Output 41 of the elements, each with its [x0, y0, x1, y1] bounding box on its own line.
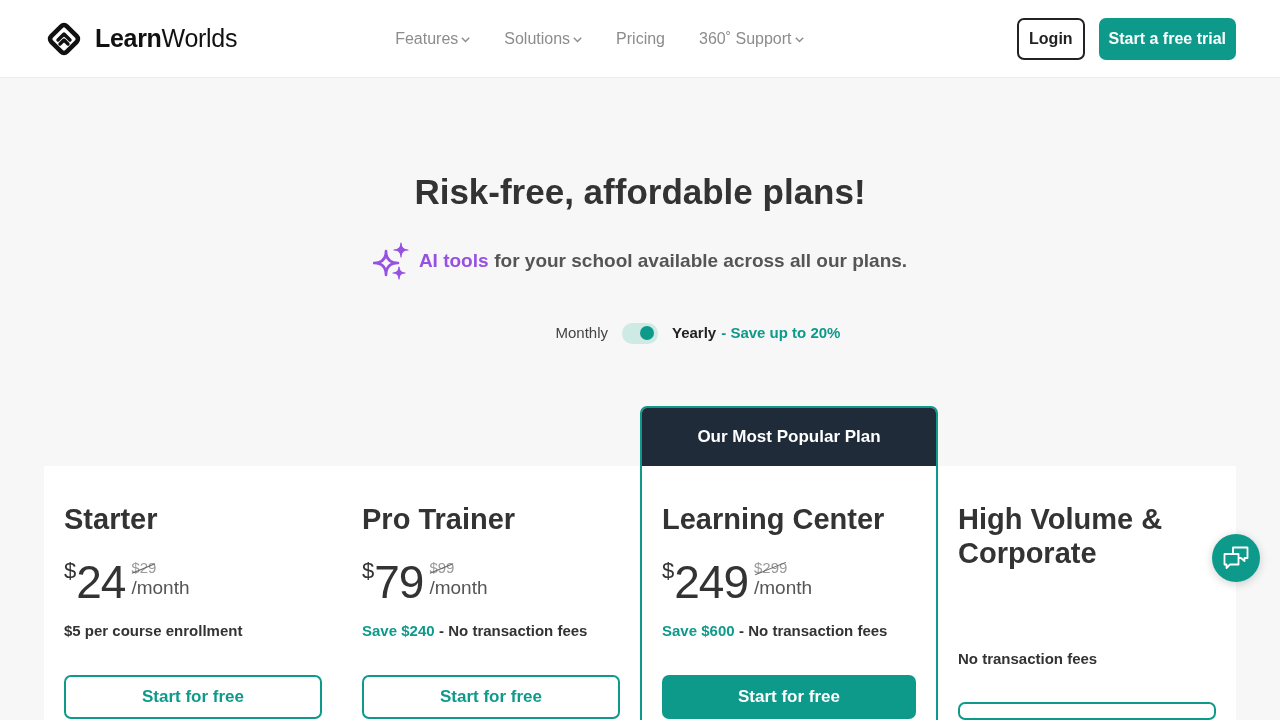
free-trial-button[interactable]: Start a free trial [1098, 17, 1236, 60]
page-title: Risk-free, affordable plans! [414, 171, 866, 213]
plan-button[interactable]: Start for free [362, 675, 620, 719]
nav-link[interactable]: Features [395, 29, 471, 48]
savings-text: Save $240 [362, 622, 435, 639]
plan-button[interactable]: Start for free [64, 675, 322, 719]
price-amount: 249 [674, 559, 748, 605]
plan-note: $5 per course enrollment [64, 622, 243, 639]
sparkles-icon [372, 242, 409, 280]
price-amount: 79 [374, 559, 424, 605]
speech-bubbles-icon [1223, 546, 1249, 570]
ai-tools-link[interactable]: AI tools [418, 250, 489, 271]
plan-note: - No transaction fees [739, 622, 888, 639]
plan-button[interactable]: Start for free [662, 675, 916, 719]
billing-option[interactable]: Monthly [555, 324, 608, 341]
plan-name: Learning Center [662, 502, 886, 536]
currency-symbol: $ [362, 560, 375, 582]
nav-link[interactable]: 360˚ Support [699, 29, 804, 48]
price-period: /month [429, 577, 488, 599]
plan-note: - No transaction fees [439, 622, 588, 639]
login-button[interactable]: Login [1017, 17, 1085, 60]
logo[interactable]: LearnWorlds [44, 18, 238, 59]
savings-text: - Save up to 20% [721, 323, 841, 343]
plan-note: No transaction fees [958, 650, 1098, 667]
nav-link[interactable]: Solutions [504, 29, 583, 48]
price-amount: 24 [76, 559, 126, 605]
plan-name: Starter [64, 502, 159, 536]
plan-name: Pro Trainer [362, 502, 517, 536]
price-period: /month [754, 577, 813, 599]
currency-symbol: $ [662, 560, 675, 582]
popular-badge: Our Most Popular Plan [642, 408, 936, 466]
chat-button[interactable] [1212, 534, 1260, 582]
billing-switch[interactable] [622, 322, 658, 344]
plan-button[interactable] [958, 702, 1216, 720]
currency-symbol: $ [64, 560, 77, 582]
subtitle: AI tools for your school available across all our plans. [418, 249, 908, 273]
billing-option[interactable]: Yearly [672, 322, 717, 344]
plan-name: High Volume & Corporate [958, 502, 1164, 570]
nav-link[interactable]: Pricing [616, 29, 665, 48]
price-period: /month [131, 577, 190, 599]
savings-text: Save $600 [662, 622, 735, 639]
